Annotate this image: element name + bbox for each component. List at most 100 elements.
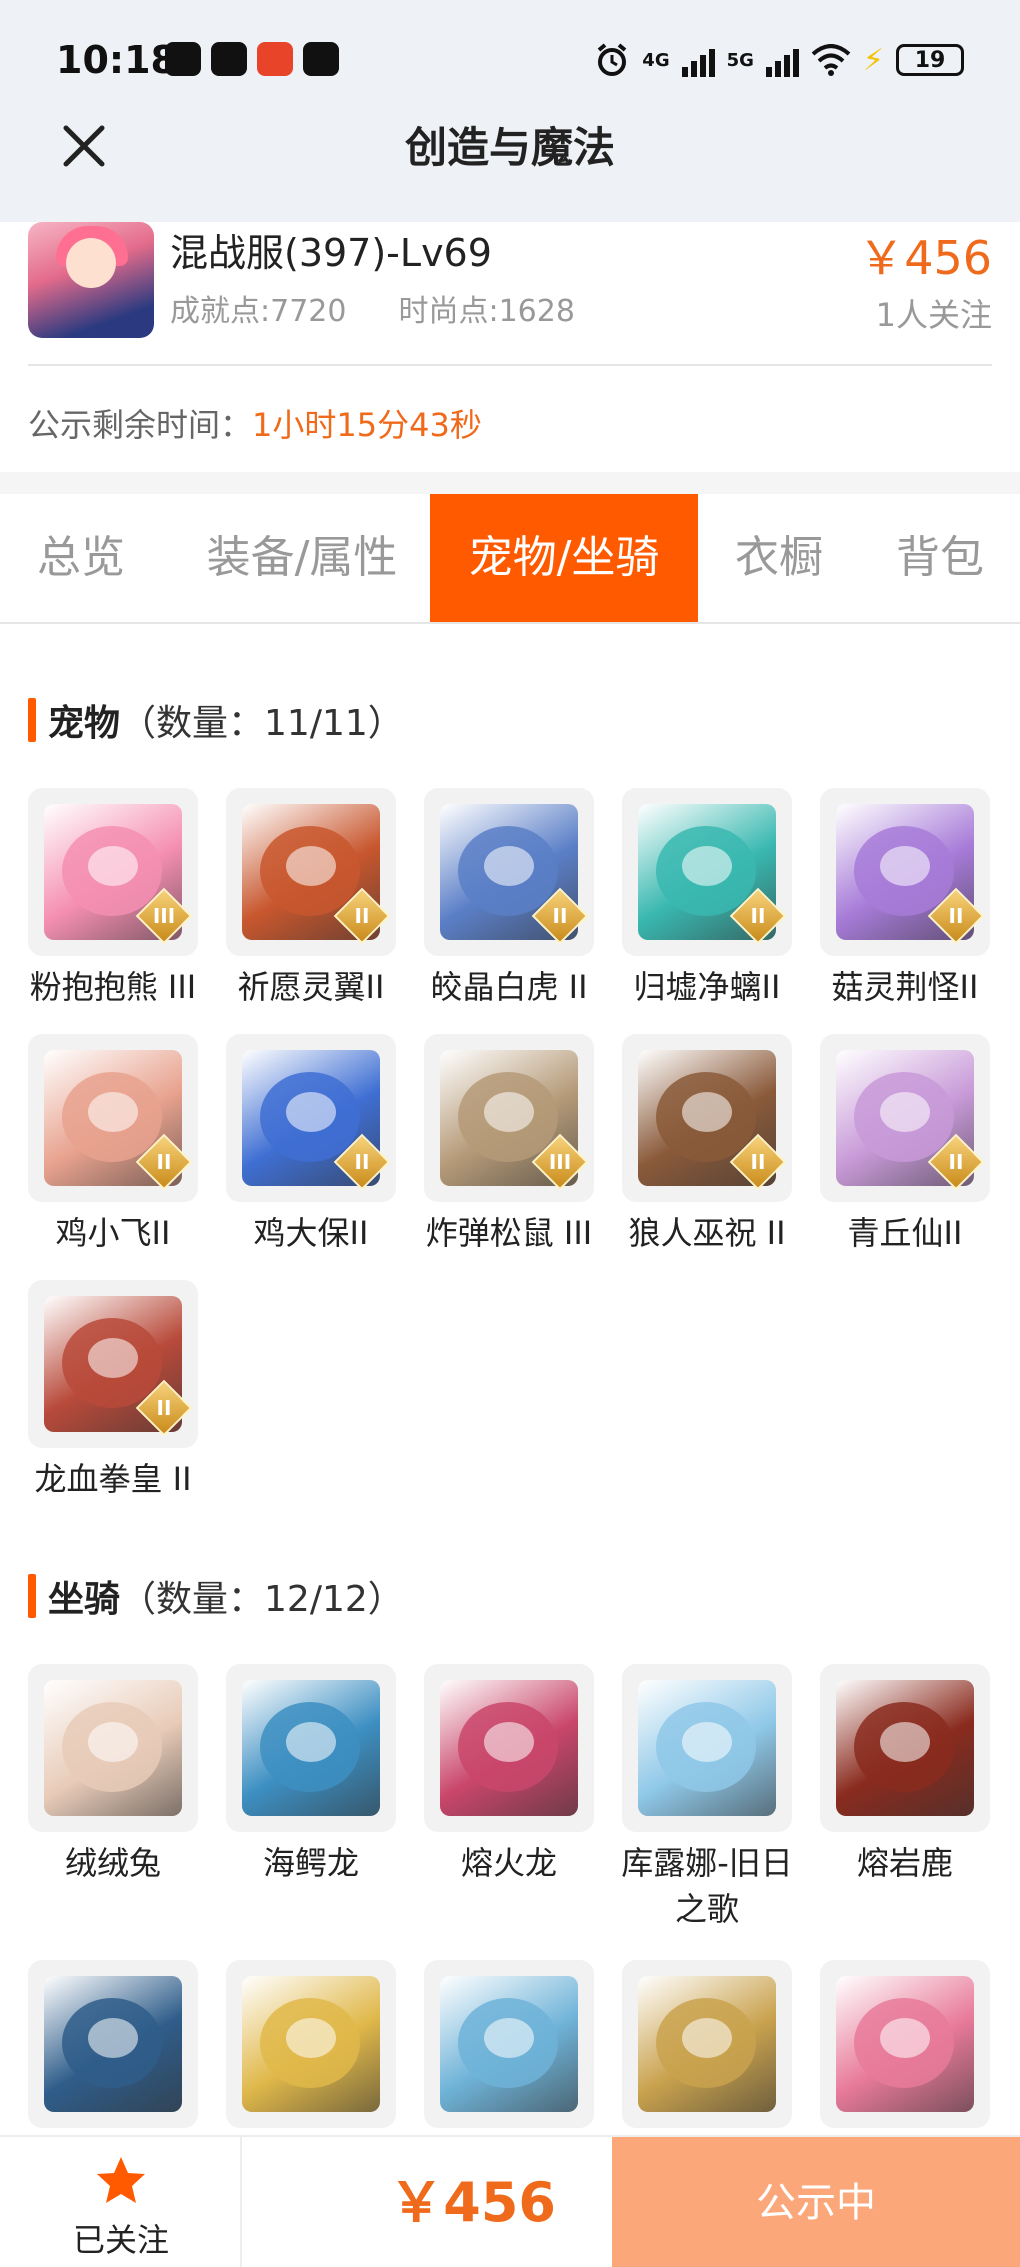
mount-item[interactable]: 海鳄龙: [226, 1664, 396, 1886]
tab-overview[interactable]: 总览: [0, 494, 162, 622]
achievement-points: 成就点:7720: [170, 294, 347, 329]
pet-item[interactable]: II 狼人巫祝 II: [622, 1034, 792, 1256]
character-stats: 成就点:7720 时尚点:1628: [170, 286, 575, 330]
white-tiger-icon: II: [424, 788, 594, 956]
mount-name: 熔岩鹿: [856, 1844, 953, 1882]
mount-item[interactable]: 库露娜-旧日之歌: [621, 1664, 793, 1932]
golden-throne-icon: [226, 1960, 396, 2128]
pet-name: 龙血拳皇 II: [34, 1460, 192, 1498]
tab-equipment[interactable]: 装备/属性: [182, 494, 422, 622]
status-indicators: 4G 5G ⚡ 19: [594, 42, 964, 78]
remaining-time: 公示剩余时间：1小时15分43秒: [28, 400, 482, 446]
alarm-icon: [598, 43, 627, 76]
ice-dragon-icon: [424, 1960, 594, 2128]
section-separator: [0, 472, 1020, 494]
pets-title: 宠物: [48, 703, 121, 744]
tier-badge-text: II: [354, 904, 370, 928]
follow-label: 已关注: [72, 2221, 169, 2259]
chick-icon: II: [28, 1034, 198, 1202]
app-notification-icon: [257, 42, 293, 76]
telegram-icon: [211, 42, 247, 76]
bottom-bar: 已关注 ￥456 公示中: [0, 2135, 1020, 2267]
pets-section-title: 宠物 （数量：11/11）: [28, 694, 404, 746]
lava-deer-icon: [820, 1664, 990, 1832]
battery-icon: 19: [896, 44, 964, 76]
fashion-points: 时尚点:1628: [398, 294, 575, 329]
pet-name: 鸡小飞II: [55, 1214, 171, 1252]
pet-name: 菇灵荆怪II: [831, 968, 979, 1006]
pet-name: 祈愿灵翼II: [237, 968, 385, 1006]
qq-icon: [303, 42, 339, 76]
signal-5g-icon: [765, 43, 799, 77]
mount-item[interactable]: [424, 1960, 594, 2128]
remaining-time-label: 公示剩余时间：: [28, 406, 253, 444]
status-time: 10:18: [56, 38, 177, 82]
pet-item[interactable]: II 祈愿灵翼II: [226, 788, 396, 1010]
pet-item[interactable]: II 归墟净螭II: [622, 788, 792, 1010]
tab-backpack[interactable]: 背包: [870, 494, 1010, 622]
follow-button[interactable]: 已关注: [0, 2137, 242, 2267]
mount-item[interactable]: [820, 1960, 990, 2128]
tier-badge-text: II: [354, 1150, 370, 1174]
pets-count: （数量：11/11）: [120, 703, 404, 744]
tab-wardrobe[interactable]: 衣橱: [714, 494, 844, 622]
app-header: 10:18 4G 5G ⚡ 19 创造与魔法: [0, 0, 1020, 222]
status-bar: 10:18 4G 5G ⚡ 19: [0, 0, 1020, 125]
pet-item[interactable]: II 菇灵荆怪II: [820, 788, 990, 1010]
bottom-price: ￥456: [389, 2171, 556, 2234]
mount-name: 海鳄龙: [262, 1844, 359, 1882]
tier-badge-text: II: [750, 904, 766, 928]
mount-item[interactable]: 绒绒兔: [28, 1664, 198, 1886]
mount-item[interactable]: [622, 1960, 792, 2128]
pet-name: 归墟净螭II: [633, 968, 781, 1006]
dragon-boxer-icon: II: [28, 1280, 198, 1448]
mount-name: 库露娜-旧日之歌: [621, 1844, 793, 1928]
mounts-title: 坐骑: [48, 1579, 121, 1620]
pet-item[interactable]: III 粉抱抱熊 III: [28, 788, 198, 1010]
pet-name: 皎晶白虎 II: [430, 968, 588, 1006]
mount-item[interactable]: 熔岩鹿: [820, 1664, 990, 1886]
star-icon: [97, 2157, 145, 2203]
pet-item[interactable]: II 鸡大保II: [226, 1034, 396, 1256]
owl-icon: [622, 1960, 792, 2128]
tab-pets-mounts[interactable]: 宠物/坐骑: [430, 494, 698, 622]
mounts-count: （数量：12/12）: [120, 1579, 404, 1620]
headphone-bird-icon: [820, 1960, 990, 2128]
tab-bar: 总览 装备/属性 宠物/坐骑 衣橱 背包: [0, 494, 1020, 624]
tier-badge-text: II: [156, 1150, 172, 1174]
pet-item[interactable]: II 鸡小飞II: [28, 1034, 198, 1256]
mounts-section-title: 坐骑 （数量：12/12）: [28, 1570, 404, 1622]
listing-price: ￥456: [858, 231, 992, 285]
bird-sunglasses-icon: II: [226, 1034, 396, 1202]
pet-item[interactable]: III 炸弹松鼠 III: [424, 1034, 594, 1256]
dark-dragon-icon: [28, 1960, 198, 2128]
tier-badge-text: III: [152, 904, 176, 928]
kuluna-icon: [622, 1664, 792, 1832]
wechat-icon: [165, 42, 201, 76]
pink-bear-icon: III: [28, 788, 198, 956]
public-status-button[interactable]: 公示中: [612, 2137, 1020, 2267]
sea-dragon-icon: [226, 1664, 396, 1832]
section-accent-bar: [28, 698, 36, 742]
mount-item[interactable]: 熔火龙: [424, 1664, 594, 1886]
pet-item[interactable]: II 青丘仙II: [820, 1034, 990, 1256]
wing-bird-icon: II: [226, 788, 396, 956]
remaining-time-value: 1小时15分43秒: [252, 406, 482, 444]
mount-item[interactable]: [226, 1960, 396, 2128]
mount-item[interactable]: [28, 1960, 198, 2128]
character-avatar: [28, 222, 154, 338]
signal-4g-icon: [681, 43, 715, 77]
signal-label-4g: 4G: [642, 49, 670, 71]
dragon-icon: II: [622, 788, 792, 956]
pet-item[interactable]: II 龙血拳皇 II: [28, 1280, 198, 1502]
charging-icon: ⚡: [862, 42, 884, 78]
wifi-icon: [811, 44, 851, 76]
page-title: 创造与魔法: [404, 123, 615, 172]
rabbit-icon: [28, 1664, 198, 1832]
mushroom-spirit-icon: II: [820, 788, 990, 956]
tier-badge-text: II: [552, 904, 568, 928]
notification-icons: [165, 42, 339, 76]
pet-item[interactable]: II 皎晶白虎 II: [424, 788, 594, 1010]
tier-badge-text: II: [948, 904, 964, 928]
character-card: 混战服(397)-Lv69 成就点:7720 时尚点:1628 ￥456 1人关注…: [0, 222, 1020, 472]
